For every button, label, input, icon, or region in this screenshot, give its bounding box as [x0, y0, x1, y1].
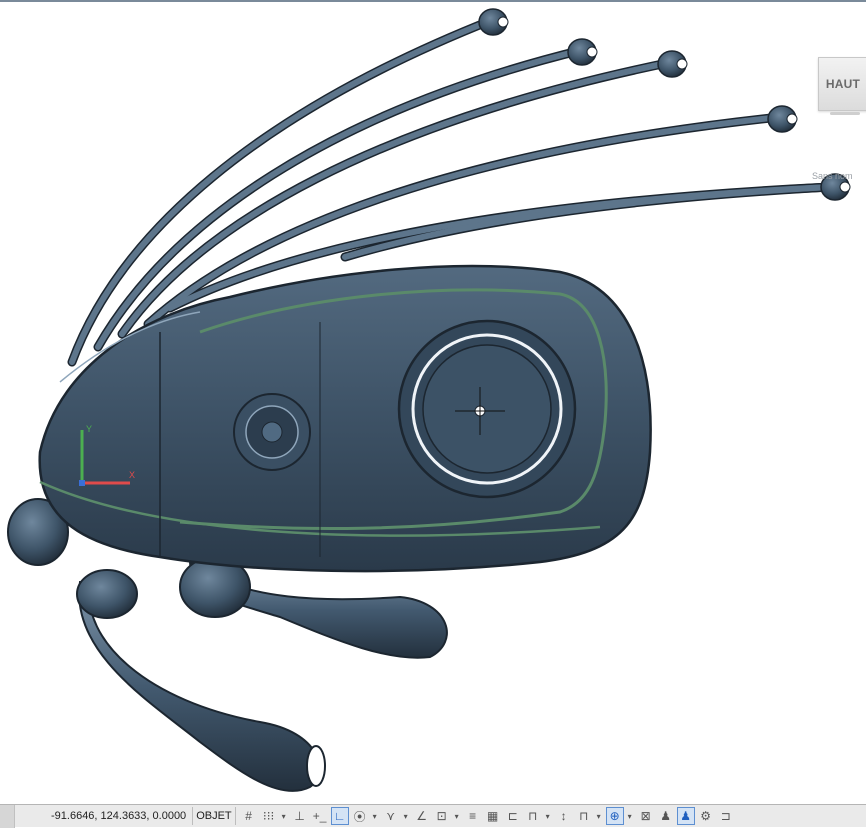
lock-ui-icon[interactable]: ⊐	[717, 807, 735, 825]
antenna-tips	[478, 8, 851, 201]
object-snap-icon[interactable]: ⊡	[433, 807, 451, 825]
chevron-down-icon[interactable]: ▾	[544, 812, 552, 821]
chevron-down-icon[interactable]: ▾	[371, 812, 379, 821]
workspace-icon[interactable]: ⚙	[697, 807, 715, 825]
drawing-viewport[interactable]: Y X HAUT Sans nom	[0, 2, 866, 802]
auto-scale-icon[interactable]: ♟	[676, 807, 695, 825]
main-body	[38, 264, 652, 573]
annotation-visibility-icon[interactable]: ⊠	[637, 807, 655, 825]
selection-cycling-icon[interactable]: ⊏	[504, 807, 522, 825]
3d-osnap-icon[interactable]: ⊓	[524, 807, 542, 825]
wcs-menu-label[interactable]: Sans nom	[812, 171, 853, 181]
svg-text:X: X	[129, 470, 135, 480]
status-tools: # ⁝⁝⁝ ▾ ⊥ +_ ∟ ⦿ ▾ ⋎ ▾ ∠ ⊡ ▾ ≡ ▦ ⊏ ⊓ ▾ ↕ ⊓ ▾ ⊕ ▾ ⊠ ♟ ♟ ⚙ ⊐	[240, 807, 737, 825]
gizmo-icon[interactable]: ⊕	[605, 807, 624, 825]
viewcube-top-face[interactable]: HAUT	[818, 57, 866, 111]
object-snap-tracking-icon[interactable]: ∠	[413, 807, 431, 825]
chevron-down-icon[interactable]: ▾	[595, 812, 603, 821]
ortho-icon[interactable]: ∟	[330, 807, 349, 825]
status-bar: -91.6646, 124.3633, 0.0000 OBJET # ⁝⁝⁝ ▾ ⊥ +…	[0, 804, 866, 828]
dynamic-ucs-icon[interactable]: ↕	[555, 807, 573, 825]
chevron-down-icon[interactable]: ▾	[402, 812, 410, 821]
snap-icon[interactable]: ⁝⁝⁝	[260, 807, 278, 825]
chevron-down-icon[interactable]: ▾	[626, 812, 634, 821]
infer-icon[interactable]: ⊥	[291, 807, 309, 825]
chevron-down-icon[interactable]: ▾	[280, 812, 288, 821]
selection-filter-icon[interactable]: ⊓	[575, 807, 593, 825]
model-layout-tab[interactable]	[0, 804, 15, 828]
3d-model-render: Y X	[7, 8, 851, 792]
isodraft-icon[interactable]: ⋎	[382, 807, 400, 825]
dynamic-input-icon[interactable]: +_	[311, 807, 329, 825]
viewcube-compass	[830, 112, 860, 115]
annotation-scale-icon[interactable]: ♟	[657, 807, 675, 825]
svg-text:Y: Y	[86, 424, 92, 434]
cursor-coordinates[interactable]: -91.6646, 124.3633, 0.0000	[51, 810, 186, 822]
transparency-icon[interactable]: ▦	[484, 807, 502, 825]
polar-icon[interactable]: ⦿	[351, 807, 369, 825]
objet-button[interactable]: OBJET	[192, 807, 236, 825]
chevron-down-icon[interactable]: ▾	[453, 812, 461, 821]
grid-icon[interactable]: #	[240, 807, 258, 825]
lineweight-icon[interactable]: ≡	[464, 807, 482, 825]
